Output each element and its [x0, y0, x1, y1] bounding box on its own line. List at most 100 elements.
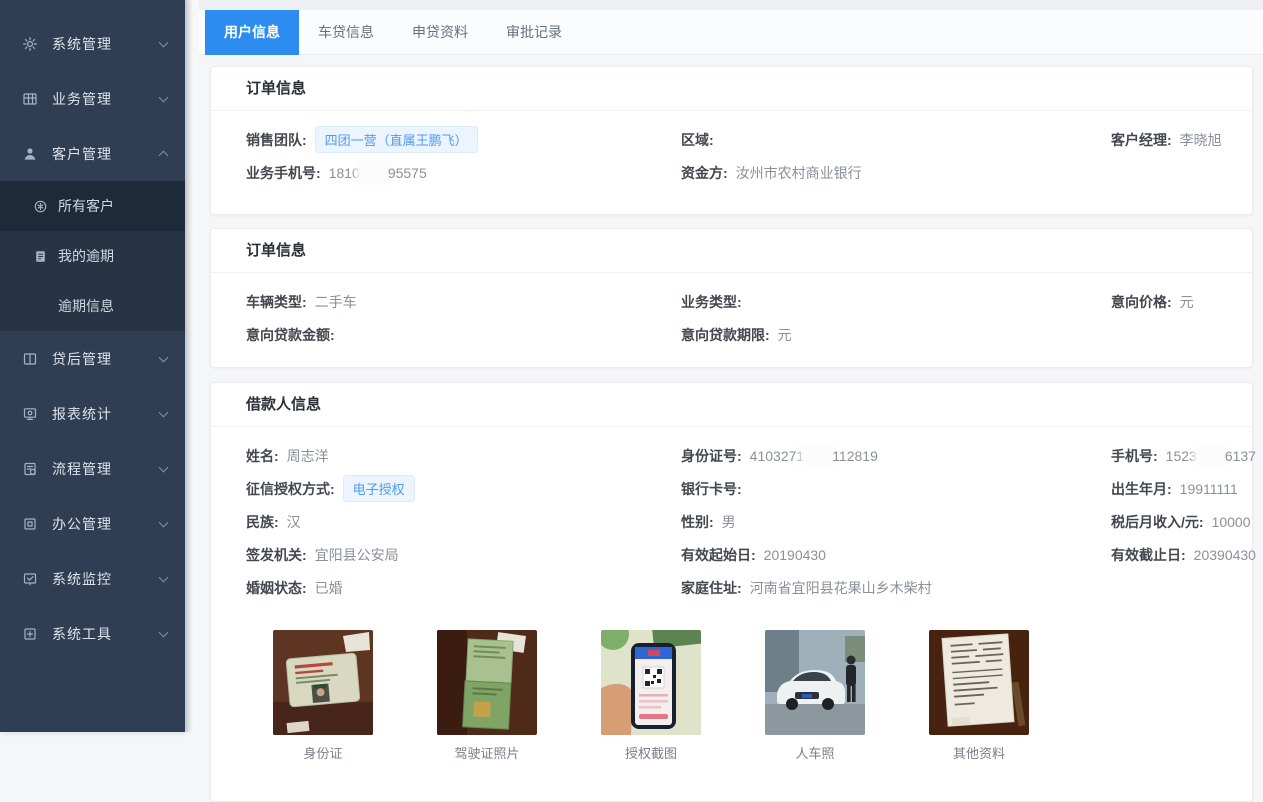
document-icon — [33, 249, 48, 264]
chevron-down-icon — [159, 572, 169, 582]
chevron-down-icon — [159, 462, 169, 472]
field-funder: 资金方: 汝州市农村商业银行 — [681, 163, 1111, 183]
sidebar-item-report-statistics[interactable]: 报表统计 — [0, 386, 185, 441]
chevron-down-icon — [159, 407, 169, 417]
sidebar-item-label: 系统管理 — [52, 34, 160, 54]
authorization-screenshot-thumbnail — [601, 630, 701, 735]
tab-loan-application-docs[interactable]: 申贷资料 — [393, 10, 487, 55]
sidebar-item-business-management[interactable]: 业务管理 — [0, 71, 185, 126]
field-valid-to: 有效截止日: 20390430 — [1111, 545, 1256, 565]
user-icon — [22, 146, 38, 162]
sidebar-item-system-management[interactable]: 系统管理 — [0, 16, 185, 71]
sidebar-item-label: 业务管理 — [52, 89, 160, 109]
sidebar-item-label: 我的逾期 — [58, 246, 114, 266]
chevron-down-icon — [159, 627, 169, 637]
customer-management-submenu: 所有客户 我的逾期 逾期信息 — [0, 181, 185, 331]
photo-paper-document[interactable]: 其他资料 — [929, 630, 1029, 762]
flow-icon — [22, 461, 38, 477]
field-vehicle-type: 车辆类型: 二手车 — [246, 292, 681, 312]
field-monthly-income: 税后月收入/元: 10000 — [1111, 512, 1251, 532]
detail-tabbar: 用户信息 车贷信息 申贷资料 审批记录 — [199, 10, 1263, 55]
field-valid-from: 有效起始日: 20190430 — [681, 545, 1111, 565]
tab-car-loan-info[interactable]: 车贷信息 — [299, 10, 393, 55]
field-birth-date: 出生年月: 19911111 — [1111, 479, 1238, 499]
card-title: 订单信息 — [211, 67, 1252, 111]
photo-label: 身份证 — [273, 743, 373, 762]
sidebar-item-overdue-info[interactable]: 逾期信息 — [0, 281, 185, 331]
chevron-down-icon — [159, 92, 169, 102]
photo-label: 驾驶证照片 — [437, 743, 537, 762]
field-home-address: 家庭住址: 河南省宜阳县花果山乡木柴村 — [681, 578, 1111, 598]
field-bank-card: 银行卡号: — [681, 479, 1111, 499]
sidebar-item-label: 报表统计 — [52, 404, 160, 424]
credit-auth-tag: 电子授权 — [343, 475, 415, 502]
photo-id-card[interactable]: 身份证 — [273, 630, 373, 762]
tab-user-info[interactable]: 用户信息 — [205, 10, 299, 55]
toolbox-icon — [22, 626, 38, 642]
photo-person-with-car[interactable]: 人车照 — [765, 630, 865, 762]
order-info-card-1: 订单信息 销售团队: 四团一营（直属王鹏飞） 区域: 客户经理: 李晓旭 业务手… — [210, 66, 1253, 215]
grid-icon — [22, 91, 38, 107]
redacted-digits — [361, 165, 387, 180]
sidebar-item-system-monitor[interactable]: 系统监控 — [0, 551, 185, 606]
sidebar-item-label: 流程管理 — [52, 459, 160, 479]
field-id-number: 身份证号: 4103271112819 — [681, 446, 1111, 466]
sales-team-tag: 四团一营（直属王鹏飞） — [315, 126, 478, 153]
sidebar: 系统管理 业务管理 客户管理 所有客户 — [0, 0, 185, 732]
drivers-license-photo-thumbnail — [437, 630, 537, 735]
sidebar-item-label: 系统监控 — [52, 569, 160, 589]
chevron-down-icon — [159, 517, 169, 527]
sidebar-item-my-overdue[interactable]: 我的逾期 — [0, 231, 185, 281]
card-title: 借款人信息 — [211, 383, 1252, 427]
field-sales-team: 销售团队: 四团一营（直属王鹏飞） — [246, 126, 681, 153]
photo-label: 人车照 — [765, 743, 865, 762]
field-issuing-authority: 签发机关: 宜阳县公安局 — [246, 545, 681, 565]
field-account-manager: 客户经理: 李晓旭 — [1111, 130, 1222, 150]
field-mobile-phone: 手机号: 15236137 — [1111, 446, 1256, 466]
sidebar-item-customer-management[interactable]: 客户管理 — [0, 126, 185, 181]
field-marital-status: 婚姻状态: 已婚 — [246, 578, 681, 598]
office-icon — [22, 516, 38, 532]
sidebar-item-process-management[interactable]: 流程管理 — [0, 441, 185, 496]
field-region: 区域: — [681, 130, 1111, 150]
chevron-up-icon — [159, 151, 169, 161]
borrower-info-card: 借款人信息 姓名: 周志洋 身份证号: 4103271112819 手机号: 1… — [210, 382, 1253, 802]
sidebar-item-system-tools[interactable]: 系统工具 — [0, 606, 185, 661]
field-intent-loan-term: 意向贷款期限: 元 — [681, 325, 1111, 345]
top-strip — [199, 0, 1263, 10]
redacted-digits — [805, 448, 831, 463]
photo-label: 授权截图 — [601, 743, 701, 762]
field-intent-price: 意向价格: 元 — [1111, 292, 1217, 312]
tab-approval-records[interactable]: 审批记录 — [487, 10, 581, 55]
monitor-check-icon — [22, 571, 38, 587]
field-name: 姓名: 周志洋 — [246, 446, 681, 466]
gear-icon — [22, 36, 38, 52]
id-card-photo-thumbnail — [273, 630, 373, 735]
sidebar-item-office-management[interactable]: 办公管理 — [0, 496, 185, 551]
field-business-phone: 业务手机号: 181095575 — [246, 163, 681, 183]
borrower-photos: 身份证 — [246, 604, 1217, 762]
sidebar-item-label: 办公管理 — [52, 514, 160, 534]
sidebar-item-label: 贷后管理 — [52, 349, 160, 369]
field-ethnicity: 民族: 汉 — [246, 512, 681, 532]
sidebar-item-all-customers[interactable]: 所有客户 — [0, 181, 185, 231]
chevron-down-icon — [159, 37, 169, 47]
field-intent-loan-amount: 意向贷款金额: — [246, 325, 681, 345]
field-credit-auth-method: 征信授权方式: 电子授权 — [246, 475, 681, 502]
sidebar-item-label: 系统工具 — [52, 624, 160, 644]
field-business-type: 业务类型: — [681, 292, 1111, 312]
field-gender: 性别: 男 — [681, 512, 1111, 532]
chevron-down-icon — [159, 352, 169, 362]
photo-drivers-license[interactable]: 驾驶证照片 — [437, 630, 537, 762]
redacted-digits — [1198, 448, 1224, 463]
photo-label: 其他资料 — [929, 743, 1029, 762]
photo-authorization-screenshot[interactable]: 授权截图 — [601, 630, 701, 762]
book-icon — [22, 351, 38, 367]
sidebar-item-postloan-management[interactable]: 贷后管理 — [0, 331, 185, 386]
person-with-car-photo-thumbnail — [765, 630, 865, 735]
order-info-card-2: 订单信息 车辆类型: 二手车 业务类型: 意向价格: 元 意向贷款金额: 意向贷… — [210, 228, 1253, 368]
sidebar-item-label: 逾期信息 — [58, 296, 114, 316]
coin-icon — [33, 199, 48, 214]
sidebar-item-label: 客户管理 — [52, 144, 160, 164]
sidebar-item-label: 所有客户 — [58, 196, 114, 216]
